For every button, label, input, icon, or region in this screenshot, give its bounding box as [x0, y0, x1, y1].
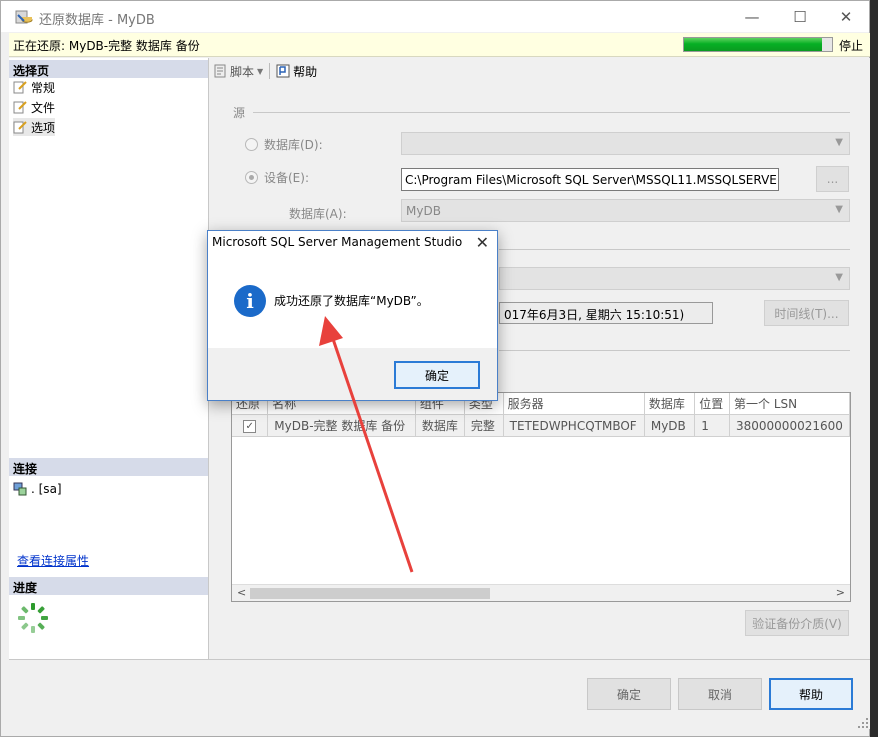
page-icon — [13, 101, 27, 114]
timeline-button[interactable]: 时间线(T)... — [764, 300, 849, 326]
table-cell: MyDB-完整 数据库 备份 — [267, 414, 416, 437]
nav-page-files[interactable]: 文件 — [13, 98, 55, 116]
nav-page-label: 文件 — [31, 100, 56, 115]
horizontal-scrollbar[interactable]: < > — [232, 584, 850, 601]
nav-page-label: 常规 — [31, 80, 56, 95]
chevron-down-icon: ▼ — [835, 272, 843, 283]
verify-backup-media-button[interactable]: 验证备份介质(V) — [745, 610, 849, 636]
connection-header: 连接 — [9, 458, 208, 476]
device-radio[interactable]: 设备(E): — [245, 169, 309, 186]
help-label: 帮助 — [293, 64, 318, 79]
help-toolbar-button[interactable]: 帮助 — [276, 63, 317, 80]
device-database-value: MyDB — [406, 204, 441, 218]
help-button[interactable]: 帮助 — [769, 678, 853, 710]
toolbar-separator — [269, 63, 271, 79]
column-header[interactable]: 位置 — [694, 393, 730, 415]
info-icon: i — [234, 285, 266, 317]
script-button[interactable]: 脚本 ▼ — [213, 63, 263, 80]
restore-status-bar: 正在还原: MyDB-完整 数据库 备份 停止 — [9, 33, 870, 57]
table-cell: 38000000021600 — [729, 414, 850, 437]
table-cell: 完整 — [464, 414, 504, 437]
progress-header: 进度 — [9, 577, 208, 595]
script-label: 脚本 — [230, 64, 255, 79]
device-path-field[interactable]: C:\Program Files\Microsoft SQL Server\MS… — [401, 168, 779, 191]
dialog-button-bar: 确定 取消 帮助 — [9, 659, 870, 729]
connection-item: . [sa] — [13, 482, 62, 496]
table-cell: TETEDWPHCQTMBOF — [503, 414, 645, 437]
plan-group-line — [499, 350, 850, 351]
browse-button[interactable]: ... — [816, 166, 849, 192]
dialog-footer: 确定 — [208, 348, 497, 400]
progress-fill — [684, 38, 822, 51]
left-pane: 选择页 常规 文件 选项 连接 . [sa] 查看连接属性 进度 — [9, 58, 209, 659]
dialog-title: Microsoft SQL Server Management Studio — [212, 235, 463, 249]
dialog-close-button[interactable]: ✕ — [476, 233, 489, 252]
database-label: 数据库(A): — [289, 207, 347, 221]
restore-status-text: 正在还原: MyDB-完整 数据库 备份 — [13, 39, 200, 53]
backup-sets-grid: 还原 名称 组件 类型 服务器 数据库 位置 第一个 LSN ✓ MyDB-完整… — [231, 392, 851, 602]
restore-checkbox-cell[interactable]: ✓ — [232, 414, 269, 437]
database-radio[interactable]: 数据库(D): — [245, 136, 323, 153]
window-title: 还原数据库 - MyDB — [39, 13, 155, 28]
ok-button[interactable]: 确定 — [587, 678, 671, 710]
database-radio-label: 数据库(D): — [264, 138, 323, 152]
page-icon — [13, 121, 27, 134]
success-message-dialog: Microsoft SQL Server Management Studio ✕… — [207, 230, 498, 401]
source-group-line — [253, 112, 850, 113]
source-group-label: 源 — [233, 106, 246, 120]
connection-value: . [sa] — [31, 482, 62, 496]
title-bar: 还原数据库 - MyDB — ☐ ✕ — [1, 1, 869, 32]
column-header[interactable]: 数据库 — [644, 393, 696, 415]
target-group-line — [499, 249, 850, 250]
table-row[interactable]: ✓ MyDB-完整 数据库 备份 数据库 完整 TETEDWPHCQTMBOF … — [232, 414, 850, 437]
minimize-button[interactable]: — — [729, 1, 775, 32]
table-cell: 数据库 — [415, 414, 465, 437]
help-icon — [276, 64, 290, 78]
radio-dot — [245, 138, 258, 151]
resize-grip-icon[interactable] — [857, 717, 869, 729]
select-page-header: 选择页 — [9, 60, 208, 78]
chevron-down-icon: ▼ — [835, 204, 843, 215]
column-header[interactable]: 第一个 LSN — [729, 393, 850, 415]
restore-checkbox[interactable]: ✓ — [243, 420, 257, 433]
device-database-combo[interactable]: MyDB ▼ — [401, 199, 850, 222]
stop-button[interactable]: 停止 — [839, 37, 863, 54]
chevron-down-icon: ▼ — [257, 66, 264, 76]
restore-database-icon — [15, 10, 33, 24]
progress-spinner-icon — [18, 603, 48, 633]
close-button[interactable]: ✕ — [823, 1, 869, 32]
view-connection-properties-link[interactable]: 查看连接属性 — [17, 552, 89, 569]
cancel-button[interactable]: 取消 — [678, 678, 762, 710]
nav-page-options[interactable]: 选项 — [13, 118, 56, 136]
restore-to-date-field[interactable]: 017年6月3日, 星期六 15:10:51) — [499, 302, 713, 324]
maximize-button[interactable]: ☐ — [777, 1, 823, 32]
device-radio-label: 设备(E): — [264, 171, 309, 185]
scrollbar-thumb[interactable] — [250, 588, 490, 599]
nav-page-label: 选项 — [31, 120, 56, 135]
scroll-right-icon[interactable]: > — [836, 586, 845, 599]
page-icon — [13, 81, 27, 94]
toolbar: 脚本 ▼ 帮助 — [209, 58, 870, 84]
scroll-left-icon[interactable]: < — [237, 586, 246, 599]
source-database-combo[interactable]: ▼ — [401, 132, 850, 155]
dialog-message: 成功还原了数据库“MyDB”。 — [274, 294, 429, 308]
table-cell: 1 — [694, 414, 730, 437]
radio-dot — [245, 171, 258, 184]
dialog-ok-button[interactable]: 确定 — [394, 361, 480, 389]
column-header[interactable]: 服务器 — [503, 393, 645, 415]
restore-progress-bar — [683, 37, 833, 52]
server-connection-icon — [13, 482, 27, 496]
chevron-down-icon: ▼ — [835, 137, 843, 148]
target-database-combo[interactable]: ▼ — [499, 267, 850, 290]
table-cell: MyDB — [644, 414, 696, 437]
nav-page-general[interactable]: 常规 — [13, 78, 55, 96]
script-icon — [214, 64, 226, 78]
